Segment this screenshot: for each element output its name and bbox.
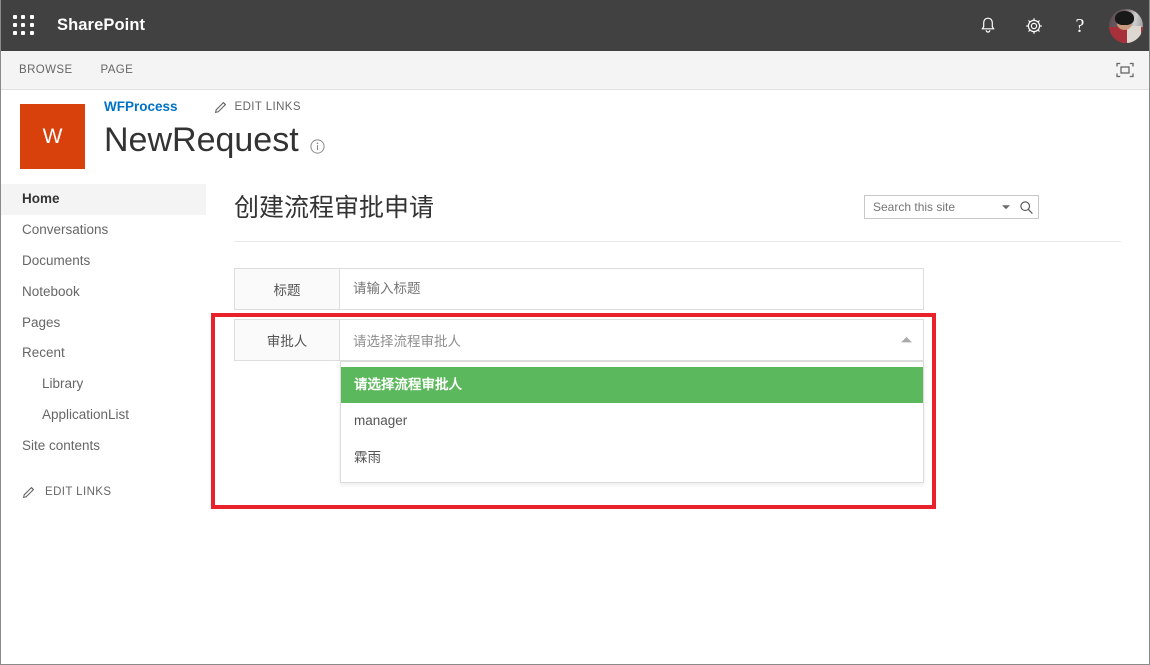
avatar-image	[1109, 8, 1143, 43]
help-icon[interactable]: ?	[1057, 0, 1103, 51]
dropdown-option-linyu[interactable]: 霖雨	[341, 440, 923, 477]
breadcrumb-site-link[interactable]: WFProcess	[104, 99, 178, 114]
pencil-icon	[22, 485, 36, 499]
help-glyph: ?	[1075, 14, 1085, 37]
suite-bar: SharePoint ?	[1, 0, 1149, 51]
settings-gear-icon[interactable]	[1011, 0, 1057, 51]
info-icon[interactable]	[310, 138, 325, 154]
browser-viewport: SharePoint ? BROWSE PAGE W WFProcess EDI…	[0, 0, 1150, 665]
tab-page[interactable]: PAGE	[87, 51, 148, 89]
edit-links-top-button[interactable]: EDIT LINKS	[214, 100, 301, 114]
main-content: 创建流程审批申请 标题 审批人 请选择流程审批人	[206, 176, 1149, 499]
form-row-title: 标题	[234, 267, 924, 310]
pencil-icon	[214, 100, 228, 114]
suite-brand-label[interactable]: SharePoint	[57, 16, 145, 35]
title-field-control[interactable]	[340, 267, 924, 310]
tab-browse[interactable]: BROWSE	[5, 51, 87, 89]
approver-dropdown-list[interactable]: 请选择流程审批人 manager 霖雨	[340, 360, 924, 484]
sidebar-item-library[interactable]: Library	[1, 369, 206, 400]
breadcrumb: WFProcess EDIT LINKS	[104, 99, 301, 114]
sidebar-item-documents[interactable]: Documents	[1, 246, 206, 277]
page-title-row: NewRequest	[104, 118, 325, 162]
site-header: W WFProcess EDIT LINKS NewRequest	[1, 90, 1149, 219]
dropdown-option-placeholder[interactable]: 请选择流程审批人	[341, 366, 923, 404]
request-form: 标题 审批人 请选择流程审批人	[234, 267, 1149, 484]
chevron-up-icon[interactable]	[889, 335, 923, 344]
row-spacer	[234, 310, 1149, 319]
dropdown-option-manager[interactable]: manager	[341, 403, 923, 440]
heading-divider	[234, 240, 1121, 242]
quick-launch-nav: Home Conversations Documents Notebook Pa…	[1, 176, 206, 499]
site-logo[interactable]: W	[20, 104, 85, 169]
approver-selected-value[interactable]: 请选择流程审批人	[340, 330, 889, 350]
suite-bar-actions: ?	[965, 0, 1149, 51]
edit-links-sidebar-label: EDIT LINKS	[45, 485, 112, 498]
sidebar-item-notebook[interactable]: Notebook	[1, 277, 206, 308]
sidebar-item-site-contents[interactable]: Site contents	[1, 431, 206, 462]
form-row-approver: 审批人 请选择流程审批人	[234, 318, 924, 361]
title-input[interactable]	[340, 267, 923, 310]
sidebar-item-home[interactable]: Home	[1, 184, 206, 215]
page-heading: 创建流程审批申请	[234, 194, 435, 222]
page-title: NewRequest	[104, 121, 299, 159]
approver-select[interactable]: 请选择流程审批人	[340, 318, 924, 361]
title-field-label: 标题	[234, 267, 340, 310]
ribbon-tab-bar: BROWSE PAGE	[1, 51, 1149, 90]
page-body: Home Conversations Documents Notebook Pa…	[1, 176, 1149, 499]
edit-links-top-label: EDIT LINKS	[234, 100, 301, 113]
sidebar-item-recent[interactable]: Recent	[1, 338, 206, 369]
focus-on-content-icon[interactable]	[1115, 61, 1135, 79]
user-avatar[interactable]	[1103, 0, 1149, 51]
app-launcher-icon[interactable]	[13, 14, 35, 37]
edit-links-sidebar-button[interactable]: EDIT LINKS	[22, 485, 206, 499]
approver-field-label: 审批人	[234, 318, 340, 361]
sidebar-item-applicationlist[interactable]: ApplicationList	[1, 400, 206, 431]
sidebar-item-conversations[interactable]: Conversations	[1, 215, 206, 246]
notifications-icon[interactable]	[965, 0, 1011, 51]
sidebar-item-pages[interactable]: Pages	[1, 308, 206, 339]
